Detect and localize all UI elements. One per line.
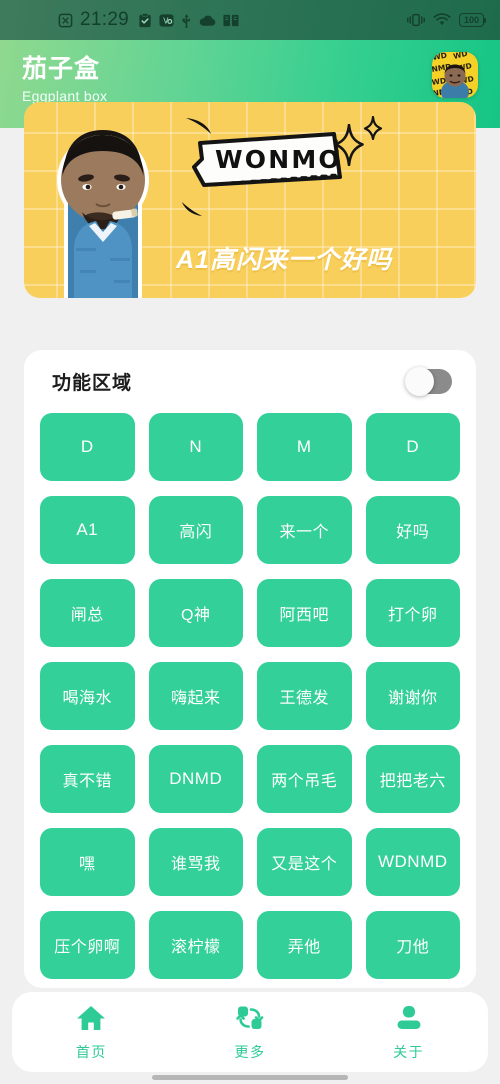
person-icon bbox=[395, 1004, 423, 1037]
nav-item-more[interactable]: 更多 bbox=[171, 1004, 330, 1062]
function-area-card: 功能区域 D N M D A1 高闪 来一个 好吗 闸总 Q神 阿西吧 打个卵 喝海水 嗨起来 王德发 谢谢你… bbox=[24, 350, 476, 988]
function-tile[interactable]: D bbox=[40, 413, 135, 481]
function-area-toggle[interactable] bbox=[405, 367, 452, 396]
banner-headline: A1高闪来一个好吗 bbox=[176, 246, 392, 274]
function-tile[interactable]: 刀他 bbox=[365, 911, 460, 979]
battery-indicator: 100 bbox=[458, 13, 487, 27]
function-tile[interactable]: DNMD bbox=[148, 745, 243, 813]
function-area-title: 功能区域 bbox=[52, 373, 133, 394]
usb-icon bbox=[181, 13, 192, 28]
swap-icon bbox=[236, 1004, 264, 1037]
function-tile[interactable]: WDNMD bbox=[365, 828, 460, 896]
function-tile[interactable]: 弄他 bbox=[257, 911, 352, 979]
nav-item-about[interactable]: 关于 bbox=[329, 1004, 488, 1062]
avatar[interactable]: WD WD NMD WD WD WD NM WD bbox=[432, 52, 478, 98]
promo-banner[interactable]: WONMO A1高闪来一个好吗 bbox=[24, 102, 476, 298]
function-tile[interactable]: A1 bbox=[40, 496, 135, 564]
function-tile[interactable]: 把把老六 bbox=[365, 745, 460, 813]
function-tile[interactable]: 又是这个 bbox=[257, 828, 352, 896]
banner-photo bbox=[34, 108, 172, 298]
sparkle-icon-small bbox=[363, 115, 383, 145]
function-tile[interactable]: 高闪 bbox=[148, 496, 243, 564]
screenshot-icon bbox=[58, 13, 73, 28]
function-tile[interactable]: 来一个 bbox=[257, 496, 352, 564]
burst-mark-bottom-icon bbox=[180, 198, 204, 223]
function-tile[interactable]: 阿西吧 bbox=[257, 579, 352, 647]
function-tile[interactable]: 嗨起来 bbox=[148, 662, 243, 730]
function-tile[interactable]: D bbox=[365, 413, 460, 481]
bottom-navigation: 首页 更多 关于 bbox=[12, 992, 488, 1072]
function-area-header: 功能区域 bbox=[24, 350, 476, 405]
home-indicator bbox=[152, 1075, 348, 1080]
nav-label-more: 更多 bbox=[234, 1044, 266, 1060]
header-title-group: 茄子盒 Eggplant box bbox=[22, 50, 107, 106]
function-tile[interactable]: 压个卵啊 bbox=[40, 911, 135, 979]
status-bar: 21:29 V 100 bbox=[0, 0, 500, 40]
status-bar-left-icons: 21:29 V bbox=[58, 9, 239, 31]
function-tile[interactable]: 滚柠檬 bbox=[148, 911, 243, 979]
status-bar-right-icons: 100 bbox=[407, 13, 487, 27]
vpn-icon: V bbox=[159, 13, 174, 28]
function-tile[interactable]: 两个吊毛 bbox=[257, 745, 352, 813]
function-tile-grid: D N M D A1 高闪 来一个 好吗 闸总 Q神 阿西吧 打个卵 喝海水 嗨起来 王德发 谢谢你 真不错 DN… bbox=[24, 405, 476, 988]
nav-item-home[interactable]: 首页 bbox=[12, 1004, 171, 1062]
function-tile[interactable]: 打个卵 bbox=[365, 579, 460, 647]
wifi-icon bbox=[433, 13, 451, 27]
vibrate-icon bbox=[407, 13, 425, 27]
function-tile[interactable]: 嘿 bbox=[40, 828, 135, 896]
toggle-knob bbox=[405, 367, 434, 396]
home-icon bbox=[76, 1004, 106, 1037]
function-tile[interactable]: 王德发 bbox=[257, 662, 352, 730]
status-bar-clock: 21:29 bbox=[80, 9, 130, 30]
nav-label-home: 首页 bbox=[75, 1044, 107, 1060]
function-tile[interactable]: 喝海水 bbox=[40, 662, 135, 730]
function-tile[interactable]: 好吗 bbox=[365, 496, 460, 564]
sparkle-icon-large bbox=[334, 123, 364, 171]
page-title: 茄子盒 bbox=[22, 55, 101, 83]
function-tile[interactable]: N bbox=[148, 413, 243, 481]
function-tile[interactable]: 真不错 bbox=[40, 745, 135, 813]
function-tile[interactable]: M bbox=[257, 413, 352, 481]
function-tile[interactable]: 闸总 bbox=[40, 579, 135, 647]
book-icon bbox=[223, 14, 239, 27]
promo-banner-wrapper: WONMO A1高闪来一个好吗 bbox=[0, 102, 500, 312]
cloud-icon bbox=[199, 14, 216, 27]
bubble-text: WONMO bbox=[215, 145, 342, 174]
nav-label-about: 关于 bbox=[393, 1044, 425, 1060]
function-tile[interactable]: 谢谢你 bbox=[365, 662, 460, 730]
clipboard-icon bbox=[138, 12, 152, 28]
burst-mark-top-icon bbox=[184, 116, 218, 143]
function-tile[interactable]: 谁骂我 bbox=[148, 828, 243, 896]
function-tile[interactable]: Q神 bbox=[148, 579, 243, 647]
